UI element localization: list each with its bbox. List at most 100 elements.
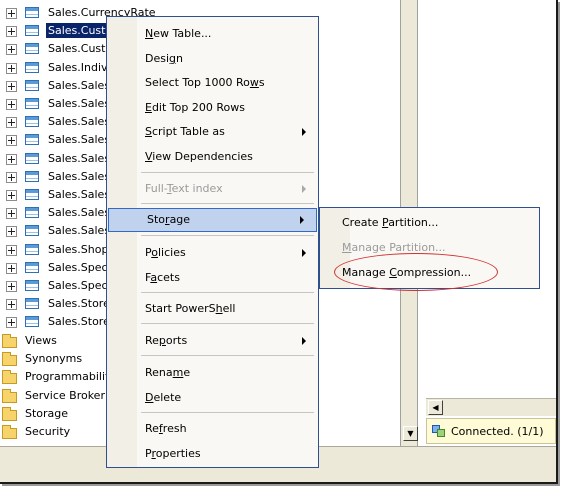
expand-plus-icon[interactable] — [6, 135, 17, 147]
tree-node-label: Sales.Sales — [48, 78, 111, 92]
expand-plus-icon[interactable] — [6, 153, 17, 165]
tree-node-label: Storage — [25, 406, 69, 420]
table-icon — [25, 116, 39, 128]
table-icon — [25, 25, 39, 37]
tree-node-label: Sales.Sales — [48, 188, 111, 201]
table-icon — [25, 280, 39, 291]
menu-item-label: View Dependencies — [145, 150, 253, 163]
expand-plus-icon[interactable] — [6, 8, 17, 19]
annotation-highlight-ring — [334, 253, 498, 291]
menu-item-script-table-as[interactable]: Script Table as — [107, 120, 318, 144]
expand-plus-icon[interactable] — [6, 117, 17, 129]
submenu-arrow-icon — [302, 185, 306, 193]
expand-plus-icon[interactable] — [6, 317, 17, 329]
table-icon — [25, 298, 39, 310]
folder-icon — [2, 406, 17, 421]
scroll-left-button[interactable]: ◀ — [428, 400, 443, 415]
menu-item-label: Facets — [145, 271, 180, 284]
submenu-arrow-icon — [302, 249, 306, 257]
menu-item-label: Storage — [147, 213, 191, 226]
table-icon — [25, 243, 39, 255]
tree-node-label: Sales.Store — [48, 315, 110, 329]
menu-item-view-dependencies[interactable]: View Dependencies — [107, 145, 318, 169]
submenu-arrow-icon — [302, 128, 306, 136]
menu-item-label: Full-Text index — [145, 182, 223, 195]
expand-plus-icon[interactable] — [6, 26, 17, 38]
table-icon — [25, 261, 39, 273]
tree-node-label: Security — [25, 425, 71, 438]
menu-item-properties[interactable]: Properties — [107, 442, 318, 466]
expand-plus-icon[interactable] — [6, 281, 17, 292]
menu-item-rename[interactable]: Rename — [107, 361, 318, 385]
ssms-window: Sales.CurrencyRate Sales.Custo Sales.Custo… — [0, 0, 558, 484]
tree-node-label: Sales.Sales — [48, 115, 111, 129]
menu-separator — [141, 292, 314, 293]
menu-item-label: New Table... — [145, 27, 212, 40]
expand-plus-icon[interactable] — [6, 299, 17, 311]
menu-item-label: Script Table as — [145, 125, 225, 138]
menu-item-label: Delete — [145, 391, 182, 404]
menu-item-policies[interactable]: Policies — [107, 241, 318, 265]
tree-node-label: Sales.Sales — [48, 151, 111, 165]
table-icon — [25, 79, 39, 91]
table-icon — [25, 43, 39, 55]
tree-node-label: Sales.Custo — [46, 23, 115, 39]
menu-separator — [141, 412, 314, 413]
tree-node-label: Sales.Custo — [48, 42, 113, 56]
tree-node-label: Sales.Sales — [48, 169, 111, 183]
menu-item-delete[interactable]: Delete — [107, 386, 318, 410]
submenu-arrow-icon — [302, 337, 306, 345]
menu-item-edit-top-200-rows[interactable]: Edit Top 200 Rows — [107, 96, 318, 120]
menu-item-reports[interactable]: Reports — [107, 329, 318, 353]
tree-node-label: Views — [25, 334, 57, 347]
menu-item-design[interactable]: Design — [107, 47, 318, 71]
scroll-down-button[interactable]: ▼ — [403, 426, 418, 441]
menu-separator — [141, 203, 314, 204]
table-icon — [25, 134, 39, 146]
expand-plus-icon[interactable] — [6, 208, 17, 220]
expand-plus-icon[interactable] — [6, 244, 17, 256]
expand-plus-icon[interactable] — [6, 99, 17, 110]
connection-icon — [432, 425, 446, 437]
expand-plus-icon[interactable] — [6, 226, 17, 238]
table-context-menu: New Table... Design Select Top 1000 Rows Ed… — [106, 16, 319, 468]
table-icon — [25, 316, 39, 328]
menu-item-facets[interactable]: Facets — [107, 266, 318, 290]
connection-status-text: Connected. (1/1) — [451, 424, 544, 438]
menu-separator — [141, 235, 314, 236]
connection-status: Connected. (1/1) — [426, 418, 556, 444]
expand-plus-icon[interactable] — [6, 44, 17, 56]
folder-icon — [2, 370, 17, 385]
menu-separator — [141, 355, 314, 356]
expand-plus-icon[interactable] — [6, 171, 17, 183]
menu-item-select-top-1000-rows[interactable]: Select Top 1000 Rows — [107, 71, 318, 95]
menu-item-full-text-index[interactable]: Full-Text index — [107, 177, 318, 201]
horizontal-scrollbar[interactable]: ◀ — [426, 398, 556, 416]
expand-plus-icon[interactable] — [6, 80, 17, 92]
tree-node-label: Service Broker — [25, 388, 105, 402]
menu-item-label: Reports — [145, 334, 188, 347]
tree-node-label: Sales.Sales — [48, 97, 111, 110]
menu-item-label: Refresh — [145, 422, 187, 435]
tree-node-label: Sales.Spec — [48, 279, 108, 292]
menu-item-start-powershell[interactable]: Start PowerShell — [107, 297, 318, 321]
submenu-arrow-icon — [300, 216, 304, 224]
expand-plus-icon[interactable] — [6, 62, 17, 74]
submenu-item-label: Create Partition... — [342, 216, 439, 229]
menu-item-label: Edit Top 200 Rows — [145, 101, 245, 114]
expand-plus-icon[interactable] — [6, 190, 17, 201]
menu-item-storage[interactable]: Storage — [108, 208, 317, 232]
tree-node-label: Sales.Spec — [48, 260, 108, 274]
expand-plus-icon[interactable] — [6, 262, 17, 274]
table-icon — [25, 98, 39, 109]
folder-icon — [2, 352, 17, 367]
menu-item-label: Properties — [145, 447, 201, 460]
tree-node-label: Sales.Store — [48, 297, 110, 311]
menu-item-new-table[interactable]: New Table... — [107, 22, 318, 46]
table-icon — [25, 61, 39, 73]
menu-separator — [141, 323, 314, 324]
submenu-item-create-partition[interactable]: Create Partition... — [320, 211, 539, 235]
menu-item-label: Rename — [145, 366, 191, 379]
folder-icon — [2, 388, 17, 403]
menu-item-refresh[interactable]: Refresh — [107, 417, 318, 441]
